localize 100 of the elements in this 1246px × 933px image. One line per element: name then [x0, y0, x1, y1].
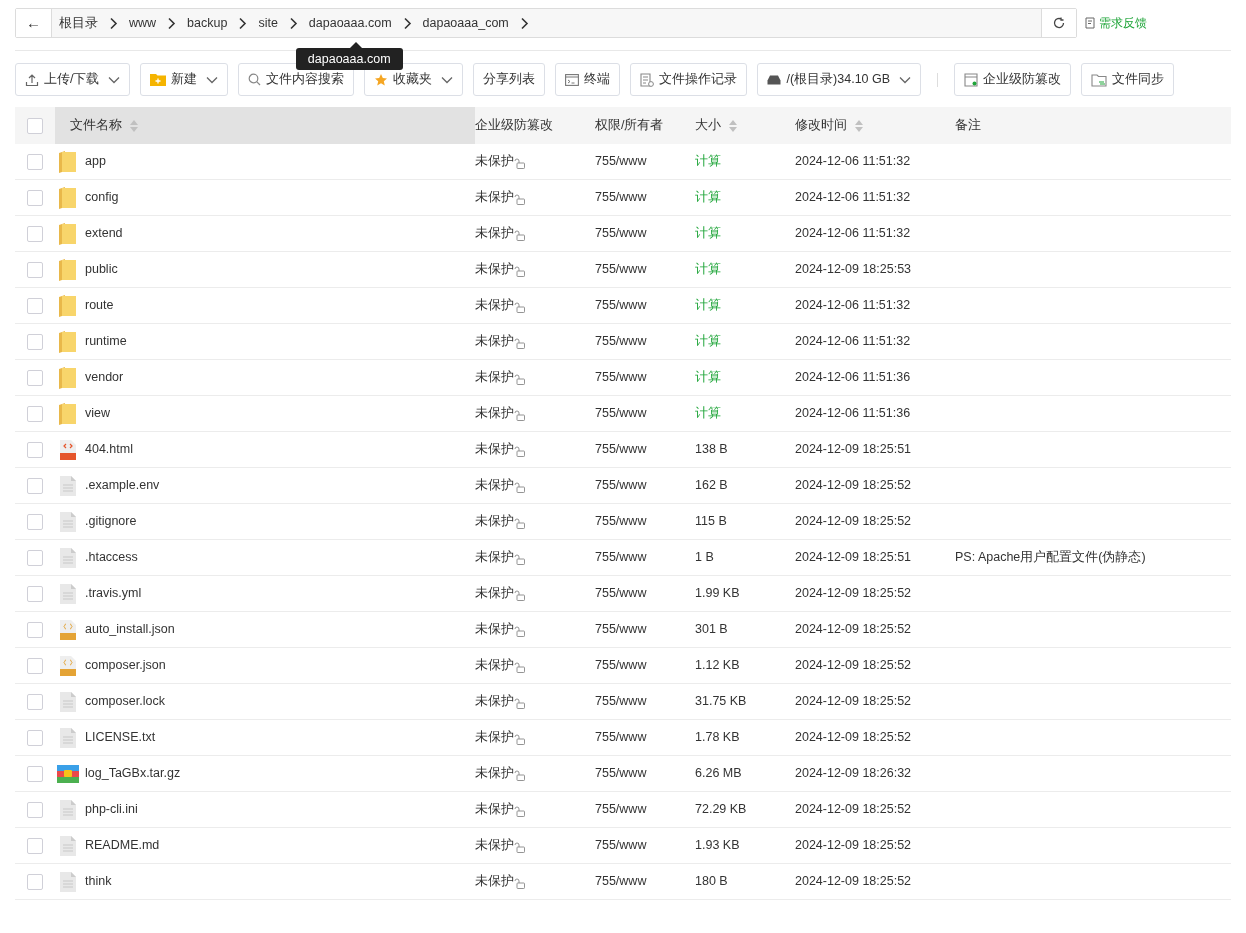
file-name[interactable]: .gitignore [85, 512, 137, 531]
unlock-icon [514, 770, 525, 781]
file-name[interactable]: php-cli.ini [85, 800, 138, 819]
unlock-icon [514, 878, 525, 889]
checkbox[interactable] [27, 369, 43, 386]
checkbox[interactable] [27, 585, 43, 602]
checkbox[interactable] [27, 837, 43, 854]
checkbox[interactable] [27, 621, 43, 638]
checkbox[interactable] [27, 729, 43, 746]
checkbox[interactable] [27, 297, 43, 314]
file-size: 1.93 KB [695, 838, 740, 853]
file-name[interactable]: config [85, 188, 119, 207]
folder-icon [59, 150, 77, 173]
file-name[interactable]: log_TaGBx.tar.gz [85, 764, 181, 783]
checkbox[interactable] [27, 153, 43, 170]
file-name[interactable]: composer.json [85, 656, 166, 675]
file-name[interactable]: public [85, 260, 118, 279]
folder-icon [59, 366, 77, 389]
unlock-icon [514, 590, 525, 601]
unlock-icon [514, 482, 525, 493]
checkbox[interactable] [27, 765, 43, 782]
permission-text: 755/www [595, 442, 647, 457]
breadcrumb-item[interactable]: dapaoaaa_com [415, 13, 516, 33]
protection-status: 未保护 [475, 225, 514, 243]
breadcrumb-item[interactable]: backup [180, 13, 235, 33]
text-file-icon [60, 583, 76, 604]
checkbox[interactable] [27, 333, 43, 350]
toolbar-button[interactable]: 文件同步 [1081, 63, 1175, 96]
file-name[interactable]: .htaccess [85, 548, 138, 567]
permission-text: 755/www [595, 730, 647, 745]
file-name[interactable]: route [85, 296, 114, 315]
unlock-icon [514, 230, 525, 241]
refresh-button[interactable] [1041, 9, 1076, 37]
file-name[interactable]: .example.env [85, 476, 160, 495]
modified-time: 2024-12-09 18:25:52 [795, 514, 912, 529]
checkbox[interactable] [27, 477, 43, 494]
file-name[interactable]: vendor [85, 368, 124, 387]
unlock-icon [514, 662, 525, 673]
permission-text: 755/www [595, 226, 647, 241]
checkbox[interactable] [27, 225, 43, 242]
unlock-icon [514, 194, 525, 205]
folder-icon [59, 186, 77, 209]
unlock-icon [514, 338, 525, 349]
file-name[interactable]: README.md [85, 836, 160, 855]
checkbox[interactable] [27, 801, 43, 818]
json-file-icon [60, 655, 76, 676]
file-name[interactable]: LICENSE.txt [85, 728, 156, 747]
toolbar-button[interactable]: /(根目录)34.10 GB [757, 63, 922, 96]
protection-status: 未保护 [475, 333, 514, 351]
permission-text: 755/www [595, 802, 647, 817]
checkbox[interactable] [27, 549, 43, 566]
file-name[interactable]: think [85, 872, 112, 891]
file-name[interactable]: app [85, 152, 106, 171]
column-header[interactable]: 文件名称 [55, 107, 475, 144]
permission-text: 755/www [595, 694, 647, 709]
unlock-icon [514, 446, 525, 457]
modified-time: 2024-12-06 11:51:32 [795, 154, 911, 169]
permission-text: 755/www [595, 766, 647, 781]
toolbar-button[interactable]: 收藏夹 [364, 63, 464, 96]
toolbar-button[interactable]: 企业级防篡改 [954, 63, 1072, 96]
file-name[interactable]: view [85, 404, 110, 423]
toolbar-button[interactable]: 分享列表 [473, 63, 546, 96]
text-file-icon [60, 835, 76, 856]
permission-text: 755/www [595, 406, 647, 421]
toolbar-button[interactable]: 新建 [140, 63, 229, 96]
toolbar-button[interactable]: 文件操作记录 [630, 63, 748, 96]
checkbox[interactable] [27, 657, 43, 674]
file-size: 1.12 KB [695, 658, 740, 673]
file-size: 162 B [695, 478, 728, 493]
file-name[interactable]: .travis.yml [85, 584, 142, 603]
breadcrumb-item[interactable]: dapaoaaa.com [301, 13, 399, 33]
checkbox[interactable] [27, 405, 43, 422]
modified-time: 2024-12-06 11:51:32 [795, 190, 911, 205]
file-name[interactable]: extend [85, 224, 123, 243]
breadcrumb-item[interactable]: www [122, 13, 164, 33]
toolbar-button[interactable]: 终端 [555, 63, 621, 96]
unlock-icon [514, 410, 525, 421]
checkbox[interactable] [27, 261, 43, 278]
checkbox[interactable] [27, 441, 43, 458]
breadcrumb-item[interactable]: 根目录 [52, 13, 105, 33]
back-button[interactable]: ← [16, 9, 52, 37]
protection-status: 未保护 [475, 369, 514, 387]
toolbar-button[interactable]: 上传/下载 [15, 63, 131, 96]
file-name[interactable]: auto_install.json [85, 620, 175, 639]
checkbox[interactable] [27, 693, 43, 710]
checkbox[interactable] [27, 117, 43, 134]
checkbox[interactable] [27, 873, 43, 890]
file-size: 6.26 MB [695, 766, 742, 781]
file-name[interactable]: 404.html [85, 440, 133, 459]
breadcrumb-item[interactable]: site [251, 13, 285, 33]
checkbox[interactable] [27, 189, 43, 206]
file-size: 1.99 KB [695, 586, 740, 601]
chevron-right-icon [109, 16, 118, 30]
file-name[interactable]: composer.lock [85, 692, 165, 711]
star-icon [374, 72, 389, 87]
checkbox[interactable] [27, 513, 43, 530]
terminal-icon [565, 73, 580, 86]
permission-text: 755/www [595, 478, 647, 493]
chevron-right-icon [519, 16, 529, 30]
file-name[interactable]: runtime [85, 332, 127, 351]
